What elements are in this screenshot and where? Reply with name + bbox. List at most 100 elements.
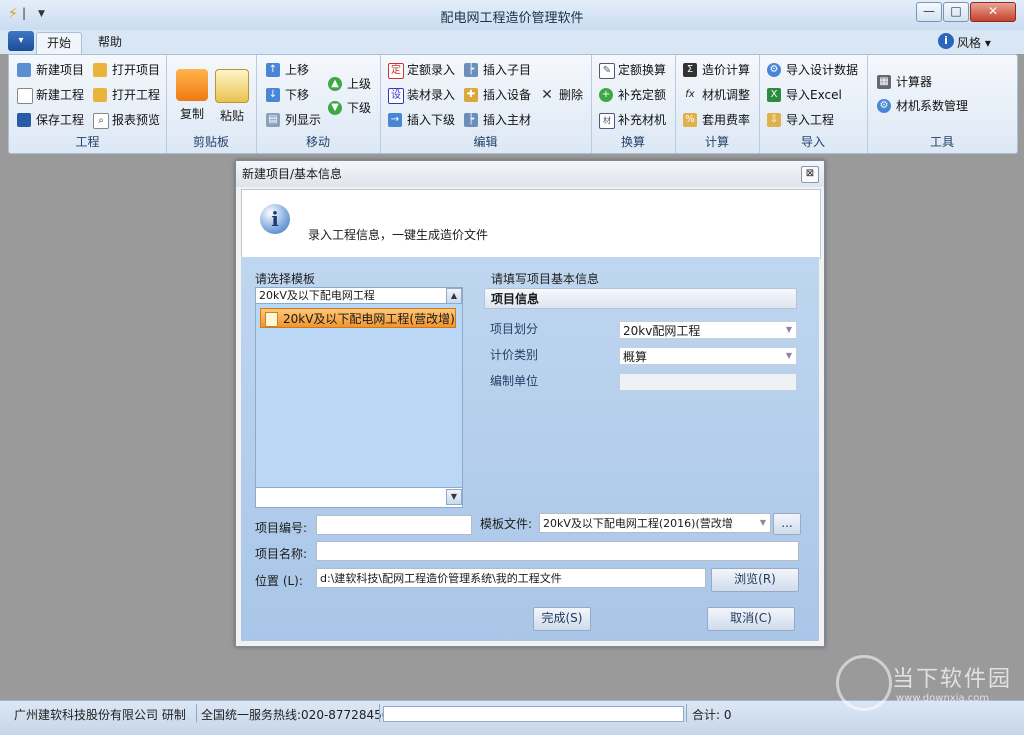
template-file-browse-button[interactable]: ...: [773, 513, 801, 535]
insert-below-button[interactable]: → 插入下级: [388, 109, 455, 131]
group-clipboard-label: 剪贴板: [192, 135, 229, 149]
rate-icon: %: [683, 113, 697, 127]
quick-access-dropdown-icon[interactable]: ▼: [38, 9, 45, 19]
dialog-title: 新建项目/基本信息: [236, 161, 824, 187]
dialog-close-button[interactable]: ⊠: [801, 166, 819, 183]
report-preview-button[interactable]: ⌕ 报表预览: [93, 109, 160, 131]
template-combo[interactable]: 20kV及以下配电网工程: [256, 288, 462, 304]
import-project-button[interactable]: ⇩ 导入工程: [767, 109, 834, 131]
copy-button[interactable]: 复制: [174, 69, 210, 122]
division-value: 20kv配网工程: [623, 324, 701, 338]
status-company: 广州建软科技股份有限公司 研制: [14, 708, 186, 722]
field-label-org: 编制单位: [490, 374, 539, 388]
copy-icon: [176, 69, 208, 101]
import-excel-button[interactable]: X 导入Excel: [767, 84, 842, 106]
supplement-quota-button[interactable]: + 补充定额: [599, 84, 666, 106]
insert-child-button[interactable]: ┝ 插入子目: [464, 59, 531, 81]
location-input[interactable]: d:\建软科技\配网工程造价管理系统\我的工程文件: [316, 568, 706, 588]
template-list[interactable]: 20kV及以下配电网工程 ▲ 20kV及以下配电网工程(营改增): [255, 287, 463, 507]
project-no-label: 项目编号:: [255, 521, 308, 535]
tab-help[interactable]: 帮助: [88, 32, 132, 54]
group-import-label: 导入: [800, 135, 825, 149]
browse-button[interactable]: 浏览(R): [711, 568, 799, 592]
template-file-select[interactable]: 20kV及以下配电网工程(2016)(营改增 ▼: [539, 513, 771, 533]
apply-rate-button[interactable]: % 套用费率: [683, 109, 750, 131]
insert-child-label: 插入子目: [483, 63, 532, 77]
calculator-button[interactable]: ▦ 计算器: [877, 71, 932, 93]
org-field[interactable]: [619, 373, 797, 391]
insert-child-icon: ┝: [464, 63, 478, 77]
quota-entry-button[interactable]: 定定额录入: [388, 59, 455, 81]
division-select[interactable]: 20kv配网工程 ▼: [619, 321, 797, 339]
scroll-up-icon[interactable]: ▲: [446, 288, 462, 304]
watermark-logo-icon: [836, 655, 892, 711]
dialog-header: i 录入工程信息，一键生成造价文件: [241, 189, 821, 259]
quota-entry-label: 定额录入: [407, 63, 456, 77]
magnifier-icon: ⌕: [93, 113, 109, 129]
group-tools-label: 工具: [929, 135, 954, 149]
insert-device-button[interactable]: ✚ 插入设备: [464, 84, 531, 106]
cost-calc-button[interactable]: Σ 造价计算: [683, 59, 750, 81]
import-icon: ⇩: [767, 113, 781, 127]
chevron-down-icon: ▼: [785, 351, 793, 360]
paste-label: 粘贴: [219, 109, 244, 123]
material-adjust-button[interactable]: fx 材机调整: [683, 84, 750, 106]
open-engineering-label: 打开工程: [112, 88, 161, 102]
finish-button[interactable]: 完成(S): [533, 607, 591, 631]
app-menu-button[interactable]: ▾: [8, 31, 34, 51]
column-display-button[interactable]: ▤ 列显示: [266, 109, 321, 131]
save-engineering-label: 保存工程: [36, 113, 85, 127]
import-design-button[interactable]: ⚙ 导入设计数据: [767, 59, 858, 81]
style-menu[interactable]: 风格 ▾: [957, 34, 991, 51]
calculator-icon: ▦: [877, 75, 891, 89]
group-edit: 定定额录入 设装材录入 → 插入下级 ┝ 插入子目 ✚ 插入设备 ┝ 插入主材 ✕ 删除 …: [380, 55, 592, 153]
level-down-button[interactable]: ▼ 下级: [328, 97, 371, 119]
move-up-label: 上移: [285, 63, 310, 77]
pricing-select[interactable]: 概算 ▼: [619, 347, 797, 365]
new-engineering-label: 新建工程: [36, 88, 85, 102]
coefficient-button[interactable]: ⚙ 材机系数管理: [877, 95, 968, 117]
delete-button[interactable]: ✕ 删除: [540, 84, 583, 106]
document-icon: [17, 88, 33, 104]
info-header: 项目信息: [484, 288, 797, 309]
insert-main-material-button[interactable]: ┝ 插入主材: [464, 109, 531, 131]
new-project-button[interactable]: 新建项目: [17, 59, 84, 81]
dialog-subtitle: 录入工程信息，一键生成造价文件: [308, 228, 489, 242]
move-down-button[interactable]: ↓ 下移: [266, 84, 309, 106]
maximize-button[interactable]: □: [943, 2, 969, 22]
scroll-down-icon[interactable]: ▼: [446, 489, 462, 505]
save-engineering-button[interactable]: 保存工程: [17, 109, 84, 131]
move-up-button[interactable]: ↑ 上移: [266, 59, 309, 81]
quota-convert-button[interactable]: ✎ 定额换算: [599, 59, 666, 81]
chevron-down-icon: ▼: [785, 325, 793, 334]
group-import: ⚙ 导入设计数据 X 导入Excel ⇩ 导入工程 导入: [759, 55, 868, 153]
paste-button[interactable]: 粘贴: [214, 69, 250, 124]
level-up-button[interactable]: ▲ 上级: [328, 73, 371, 95]
minimize-button[interactable]: —: [916, 2, 942, 22]
excel-icon: X: [767, 88, 781, 102]
watermark-url: www.downxia.com: [896, 693, 990, 704]
project-no-input[interactable]: [316, 515, 472, 535]
progress-bar: [383, 706, 684, 722]
watermark-text: 当下软件园: [892, 667, 1013, 692]
insert-material-icon: ┝: [464, 113, 478, 127]
new-project-label: 新建项目: [36, 63, 85, 77]
template-item[interactable]: 20kV及以下配电网工程(营改增): [260, 308, 456, 328]
open-project-button[interactable]: 打开项目: [93, 59, 160, 81]
add-icon: +: [599, 88, 613, 102]
supplement-quota-label: 补充定额: [618, 88, 667, 102]
project-name-label: 项目名称:: [255, 547, 308, 561]
cancel-button[interactable]: 取消(C): [707, 607, 795, 631]
tab-start[interactable]: 开始: [36, 32, 83, 55]
help-icon[interactable]: i: [938, 33, 954, 49]
app-logo-icon: ⚡: [8, 6, 18, 22]
field-label-pricing: 计价类别: [490, 348, 539, 362]
columns-icon: ▤: [266, 113, 280, 127]
close-button[interactable]: ✕: [970, 2, 1016, 22]
new-engineering-button[interactable]: 新建工程: [17, 84, 84, 106]
open-engineering-button[interactable]: 打开工程: [93, 84, 160, 106]
supplement-material-button[interactable]: 材补充材机: [599, 109, 666, 131]
ribbon-tab-row: [0, 30, 1024, 54]
project-name-input[interactable]: [316, 541, 799, 561]
equipment-entry-button[interactable]: 设装材录入: [388, 84, 455, 106]
